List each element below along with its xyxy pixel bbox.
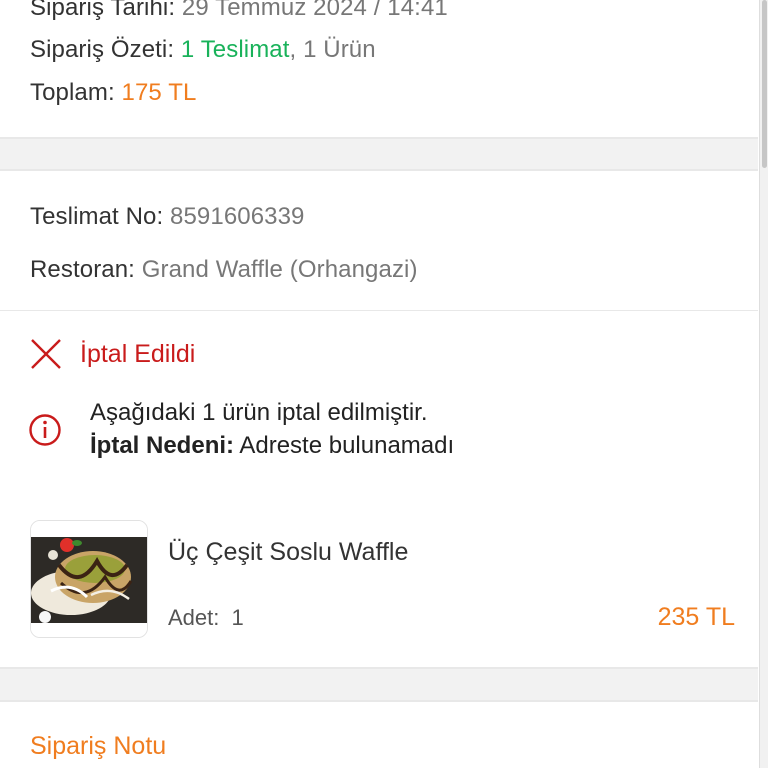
order-date-row: Sipariş Tarihi: 29 Temmuz 2024 / 14:41 [30, 0, 448, 23]
section-gap [0, 669, 758, 701]
delivery-no-label: Teslimat No: [30, 203, 164, 230]
cancel-message: Aşağıdaki 1 ürün iptal edilmiştir. [90, 399, 428, 426]
section-divider [0, 310, 758, 311]
waffle-photo [31, 521, 147, 637]
order-total-row: Toplam: 175 TL [30, 78, 196, 108]
order-total-label: Toplam: [30, 79, 115, 106]
product-price: 235 TL [657, 603, 735, 631]
order-date-value: 29 Temmuz 2024 / 14:41 [181, 0, 448, 21]
order-note-title[interactable]: Sipariş Notu [30, 731, 166, 761]
qty-label: Adet: [168, 605, 220, 630]
waffle-image [30, 520, 148, 638]
summary-separator: , [289, 36, 304, 63]
cancel-reason-value: Adreste bulunamadı [239, 432, 455, 459]
order-summary-row: Sipariş Özeti: 1 Teslimat, 1 Ürün [30, 35, 376, 65]
item-count: 1 Ürün [303, 36, 376, 63]
delivery-count-link[interactable]: 1 Teslimat [181, 36, 290, 63]
restaurant-row: Restoran: Grand Waffle (Orhangazi) [30, 255, 418, 285]
order-summary-label: Sipariş Özeti: [30, 36, 175, 63]
restaurant-label: Restoran: [30, 256, 135, 283]
delivery-no-value: 8591606339 [170, 203, 305, 230]
product-name[interactable]: Üç Çeşit Soslu Waffle [168, 537, 408, 567]
scrollbar-track[interactable] [759, 0, 768, 768]
cancelled-status-text: İptal Edildi [80, 340, 196, 368]
cancel-reason-row: İptal Nedeni: Adreste bulunamadı [90, 431, 454, 461]
cancel-reason-label: İptal Nedeni: [90, 432, 235, 459]
delivery-no-row: Teslimat No: 8591606339 [30, 202, 305, 232]
order-total-value: 175 TL [121, 79, 197, 106]
section-gap [0, 139, 758, 169]
order-summary-card: Sipariş Tarihi: 29 Temmuz 2024 / 14:41 S… [0, 0, 758, 138]
info-circle-icon [29, 414, 61, 446]
scrollbar-thumb[interactable] [762, 0, 767, 168]
product-qty-row: Adet: 1 [168, 604, 244, 632]
close-x-icon [31, 339, 61, 369]
order-date-label: Sipariş Tarihi: [30, 0, 176, 21]
section-divider [0, 700, 758, 702]
qty-value: 1 [231, 605, 244, 630]
restaurant-value: Grand Waffle (Orhangazi) [141, 256, 418, 283]
